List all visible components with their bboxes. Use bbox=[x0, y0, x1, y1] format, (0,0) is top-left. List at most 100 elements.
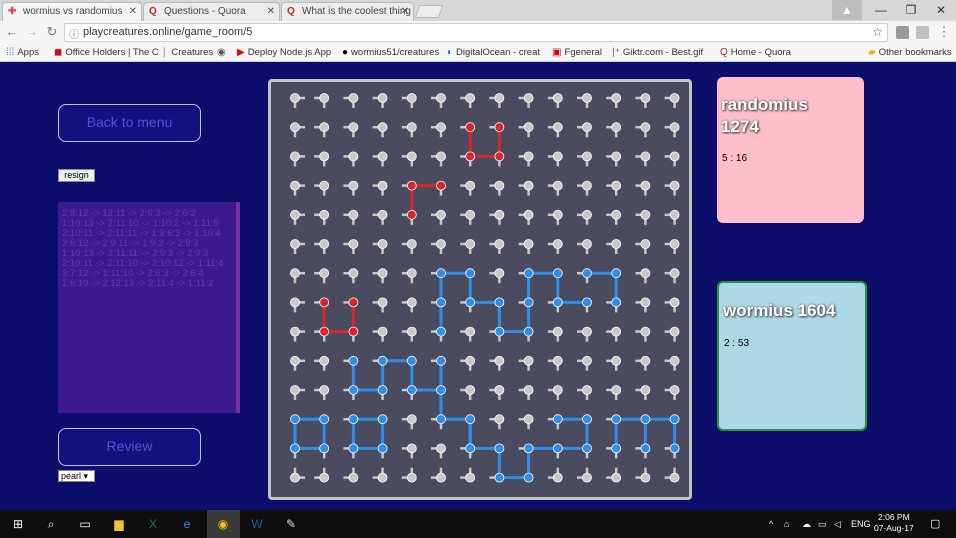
close-icon[interactable]: ✕ bbox=[129, 6, 137, 17]
board-node[interactable] bbox=[640, 151, 651, 162]
board-node[interactable] bbox=[377, 93, 388, 103]
board-node[interactable] bbox=[523, 326, 534, 337]
board-node[interactable] bbox=[494, 326, 505, 337]
close-window-icon[interactable]: ✕ bbox=[926, 0, 956, 20]
board-node[interactable] bbox=[406, 180, 417, 191]
board-node[interactable] bbox=[406, 268, 417, 279]
board-node[interactable] bbox=[319, 414, 330, 425]
board-node[interactable] bbox=[640, 93, 651, 103]
board-node[interactable] bbox=[494, 268, 505, 279]
cloud-icon[interactable]: ☁ bbox=[802, 519, 811, 530]
board-node[interactable] bbox=[611, 268, 622, 279]
extension-icon[interactable] bbox=[916, 26, 929, 39]
board-node[interactable] bbox=[319, 385, 330, 395]
board-node[interactable] bbox=[290, 239, 300, 249]
board-node[interactable] bbox=[319, 93, 330, 103]
board-node[interactable] bbox=[669, 326, 680, 337]
clock[interactable]: 2:06 PM 07-Aug-17 bbox=[874, 512, 914, 534]
board-node[interactable] bbox=[611, 472, 622, 483]
board-node[interactable] bbox=[523, 297, 534, 308]
tab-quora-questions[interactable]: Q Questions - Quora ✕ bbox=[143, 2, 280, 21]
bookmark-apps[interactable]: ⁞⁞⁞ Apps bbox=[6, 47, 39, 58]
board-node[interactable] bbox=[377, 239, 388, 249]
board-node[interactable] bbox=[552, 209, 563, 220]
board-node[interactable] bbox=[348, 414, 359, 425]
board-node[interactable] bbox=[406, 443, 417, 454]
board-node[interactable] bbox=[465, 180, 476, 191]
board-node[interactable] bbox=[406, 151, 417, 162]
board-node[interactable] bbox=[669, 268, 680, 279]
board-node[interactable] bbox=[465, 443, 476, 454]
board-node[interactable] bbox=[406, 326, 417, 337]
board-node[interactable] bbox=[319, 443, 330, 454]
board-node[interactable] bbox=[640, 326, 651, 337]
volume-icon[interactable]: ◁ bbox=[834, 519, 841, 530]
board-node[interactable] bbox=[465, 297, 476, 308]
board-node[interactable] bbox=[494, 93, 505, 103]
board-node[interactable] bbox=[377, 122, 388, 133]
board-node[interactable] bbox=[611, 209, 622, 220]
board-node[interactable] bbox=[348, 326, 359, 337]
board-node[interactable] bbox=[348, 180, 359, 191]
board-node[interactable] bbox=[465, 151, 476, 162]
board-node[interactable] bbox=[436, 93, 446, 103]
board-node[interactable] bbox=[669, 297, 680, 308]
board-node[interactable] bbox=[669, 472, 680, 483]
board-node[interactable] bbox=[669, 93, 680, 103]
board-node[interactable] bbox=[465, 268, 476, 279]
board-node[interactable] bbox=[377, 326, 388, 337]
board-node[interactable] bbox=[640, 472, 651, 483]
board-node[interactable] bbox=[465, 414, 476, 425]
board-node[interactable] bbox=[523, 472, 534, 483]
board-node[interactable] bbox=[582, 385, 592, 395]
board-node[interactable] bbox=[377, 268, 388, 279]
board-node[interactable] bbox=[582, 180, 592, 191]
board-node[interactable] bbox=[611, 326, 622, 337]
board-node[interactable] bbox=[494, 355, 505, 366]
board-node[interactable] bbox=[582, 414, 592, 425]
move-log[interactable]: 2:8:12 -> 12:11 -> 2:6:3 -> 2:6:2 1:10:13… bbox=[58, 202, 240, 413]
board-node[interactable] bbox=[552, 414, 563, 425]
board-node[interactable] bbox=[523, 414, 534, 425]
board-node[interactable] bbox=[552, 151, 563, 162]
board-node[interactable] bbox=[494, 151, 505, 162]
board-node[interactable] bbox=[494, 297, 505, 308]
board-node[interactable] bbox=[348, 239, 359, 249]
board-node[interactable] bbox=[406, 355, 417, 366]
board-node[interactable] bbox=[406, 385, 417, 395]
board-node[interactable] bbox=[319, 151, 330, 162]
board-node[interactable] bbox=[377, 385, 388, 395]
board-node[interactable] bbox=[319, 180, 330, 191]
board-node[interactable] bbox=[377, 443, 388, 454]
board-node[interactable] bbox=[669, 414, 680, 425]
theme-select[interactable]: pearl ▾ bbox=[58, 470, 95, 482]
board-node[interactable] bbox=[436, 180, 446, 191]
board-node[interactable] bbox=[290, 151, 300, 162]
board-node[interactable] bbox=[552, 239, 563, 249]
board-grid[interactable] bbox=[271, 82, 689, 497]
board-node[interactable] bbox=[465, 326, 476, 337]
board-node[interactable] bbox=[582, 122, 592, 133]
board-node[interactable] bbox=[319, 122, 330, 133]
tray-chevron-icon[interactable]: ^ bbox=[769, 519, 773, 529]
extension-icon[interactable] bbox=[896, 26, 909, 39]
board-node[interactable] bbox=[669, 355, 680, 366]
bookmark[interactable]: |⁺ Giktr.com - Best.gif bbox=[612, 47, 703, 58]
board-node[interactable] bbox=[494, 414, 505, 425]
bookmark[interactable]: Q Home - Quora bbox=[720, 47, 791, 58]
board-node[interactable] bbox=[319, 472, 330, 483]
board-node[interactable] bbox=[494, 122, 505, 133]
board-node[interactable] bbox=[523, 93, 534, 103]
board-node[interactable] bbox=[640, 385, 651, 395]
chrome-icon[interactable]: ◉ bbox=[214, 515, 232, 533]
board-node[interactable] bbox=[406, 297, 417, 308]
board-node[interactable] bbox=[436, 472, 446, 483]
board-node[interactable] bbox=[290, 326, 300, 337]
new-tab-button[interactable] bbox=[414, 5, 444, 18]
board-node[interactable] bbox=[611, 355, 622, 366]
board-node[interactable] bbox=[377, 209, 388, 220]
board-node[interactable] bbox=[552, 180, 563, 191]
board-node[interactable] bbox=[436, 385, 446, 395]
board-node[interactable] bbox=[552, 472, 563, 483]
board-node[interactable] bbox=[436, 209, 446, 220]
